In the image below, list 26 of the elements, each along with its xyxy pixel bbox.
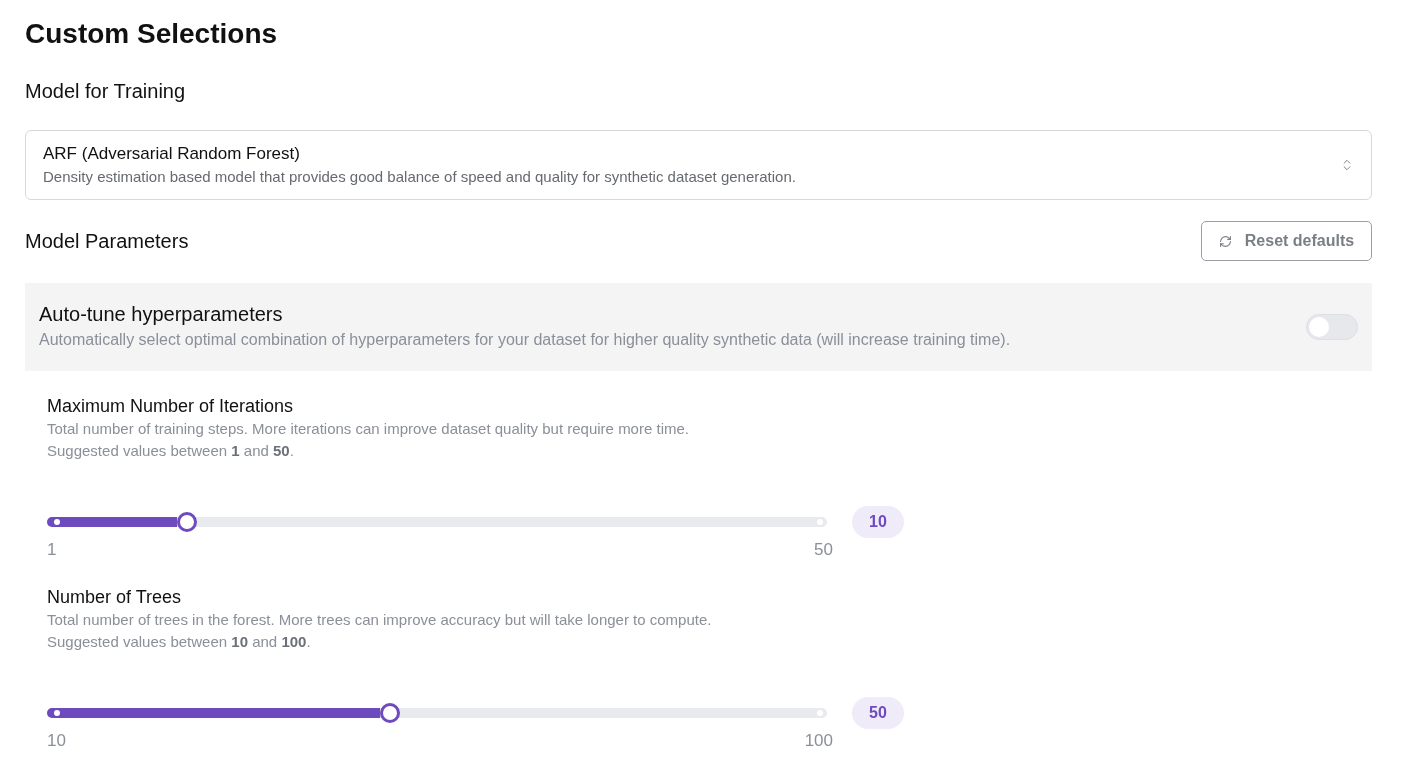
value-badge: 50 (852, 697, 904, 729)
toggle-knob-icon (1309, 317, 1329, 337)
reset-defaults-button[interactable]: Reset defaults (1201, 221, 1372, 261)
refresh-icon (1218, 234, 1232, 248)
slider-min-label: 10 (47, 731, 66, 751)
select-description: Density estimation based model that provides good balance of speed and quality for synthetic dataset generation. (43, 167, 796, 187)
page-title: Custom Selections (25, 17, 278, 51)
toggle-switch[interactable] (1306, 314, 1358, 340)
slider-max-label: 50 (814, 540, 833, 560)
slider-thumb[interactable] (177, 512, 198, 532)
auto-tune-description: Automatically select optimal combination of hyperparameters for your dataset for higher quality synthetic data (will increase training time). (39, 330, 1011, 350)
model-select[interactable]: ARF (Adversarial Random Forest) Density estimation based model that provides good balance of speed and quality for synthetic dataset generation. (25, 130, 1372, 200)
slider-thumb[interactable] (380, 703, 401, 723)
section-heading: Model for Training (25, 79, 186, 104)
slider-max-label: 100 (804, 731, 833, 751)
value-badge: 10 (852, 506, 904, 538)
slider-min-label: 1 (47, 540, 57, 560)
section-heading: Model Parameters (25, 229, 189, 254)
parameter-hint: Suggested values between 1 and 50. (47, 441, 294, 461)
auto-tune-label: Auto-tune hyperparameters (39, 302, 284, 327)
select-value: ARF (Adversarial Random Forest) (43, 143, 301, 165)
parameter-description: Total number of training steps. More iterations can improve dataset quality but require more time. (47, 419, 689, 439)
parameter-hint: Suggested values between 10 and 100. (47, 632, 311, 652)
parameter-title: Maximum Number of Iterations (47, 395, 294, 418)
parameter-description: Total number of trees in the forest. More trees can improve accuracy but will take longer to compute. (47, 610, 712, 630)
parameter-title: Number of Trees (47, 586, 182, 609)
